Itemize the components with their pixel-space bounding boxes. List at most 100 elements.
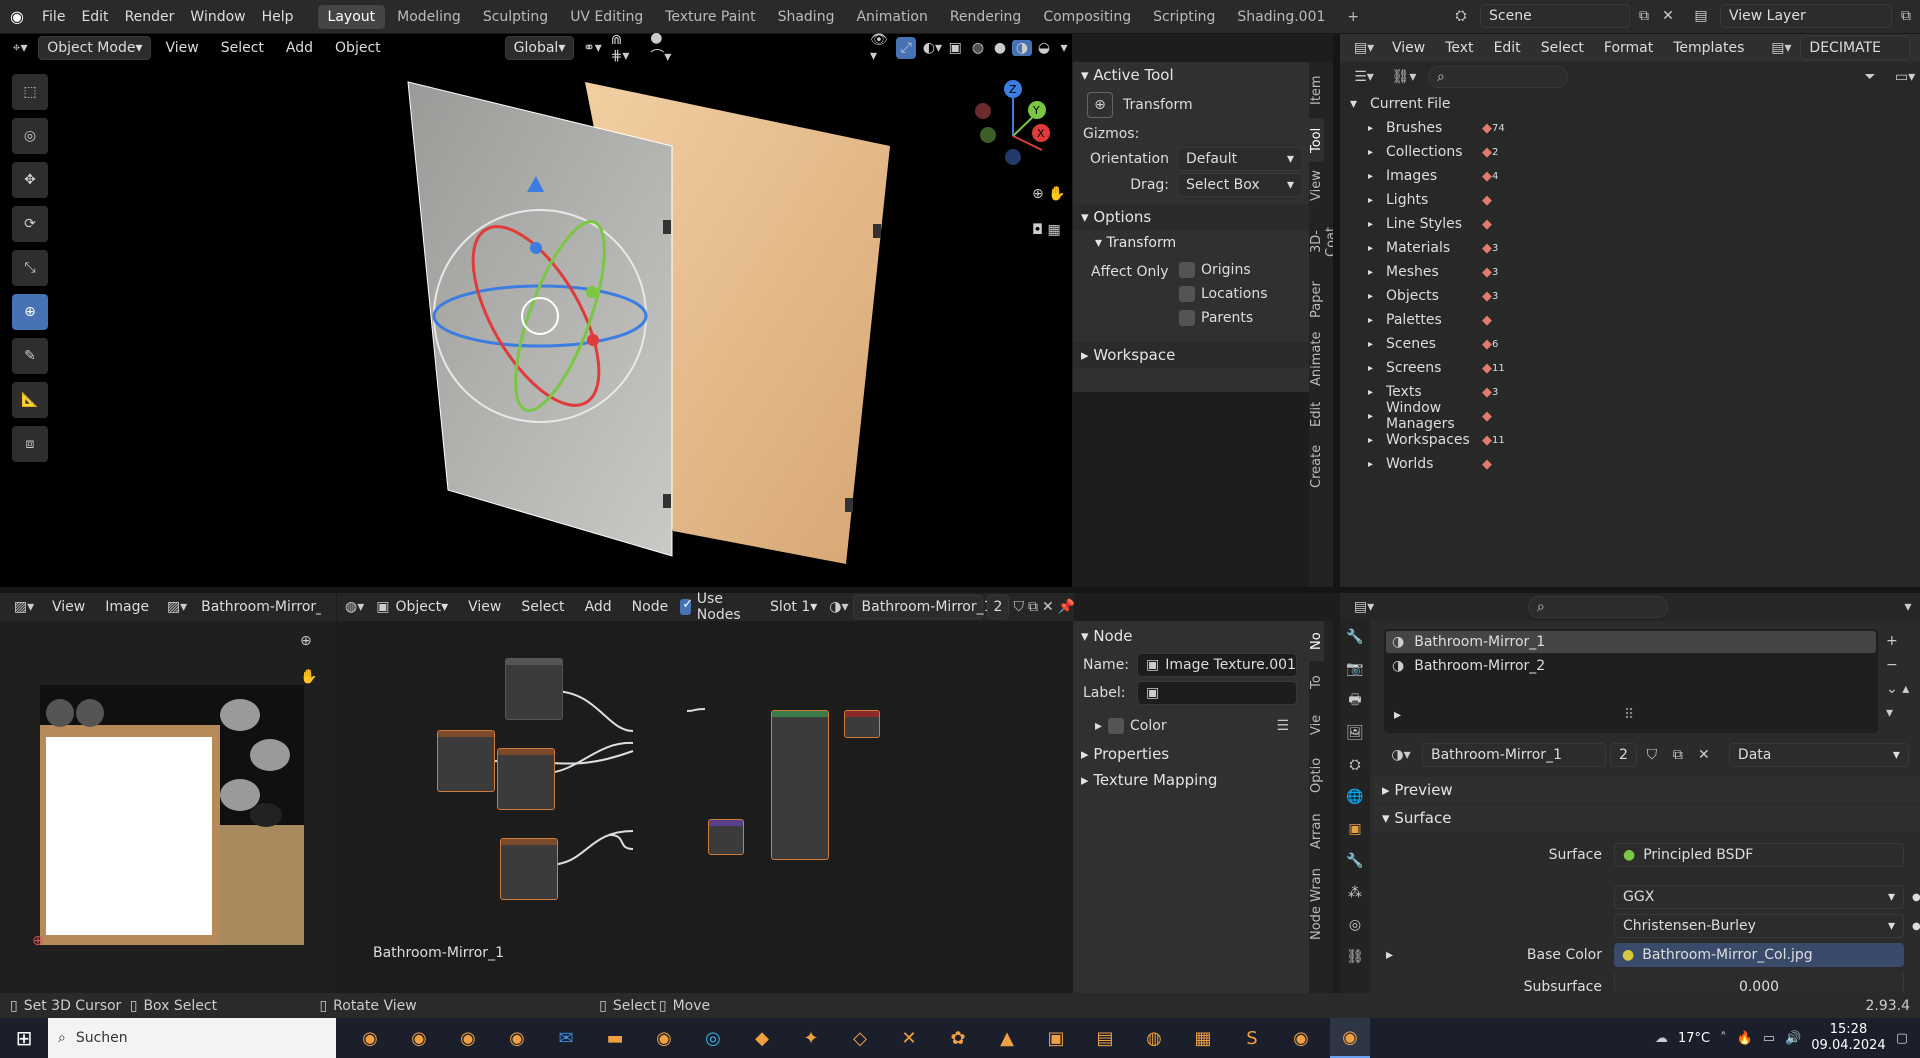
node-panel-header[interactable]: ▾ Node <box>1073 621 1309 651</box>
properties-search-input[interactable]: ⌕ <box>1528 596 1668 618</box>
transform-subheader[interactable]: ▾ Transform <box>1073 230 1309 256</box>
distribution-keyframe-dot[interactable]: ● <box>1912 892 1920 903</box>
subsurface-keyframe-dot[interactable]: ● <box>1912 921 1920 932</box>
image-editor-type-icon[interactable]: ▨▾ <box>8 599 40 615</box>
duplicate-material-icon[interactable]: ⧉ <box>1667 747 1689 763</box>
tab-uv-editing[interactable]: UV Editing <box>560 5 653 29</box>
outliner-item-lights[interactable]: ▸ Lights ◆ <box>1350 188 1920 212</box>
world-properties-icon[interactable]: 🌐 <box>1340 781 1370 813</box>
duplicate-material-icon[interactable]: ⧉ <box>1028 599 1038 615</box>
node-tab-view[interactable]: Vie <box>1309 703 1324 747</box>
node-menu-select[interactable]: Select <box>513 595 572 619</box>
side-tab-animate[interactable]: Animate <box>1309 326 1324 392</box>
side-tab-item[interactable]: Item <box>1309 62 1324 118</box>
base-color-expand-icon[interactable]: ▸ <box>1374 947 1404 963</box>
snap-icon[interactable]: ⋒ ⋕▾ <box>611 32 645 64</box>
filter-icon[interactable]: ⏷ <box>1858 69 1882 85</box>
outliner-item-collections[interactable]: ▸ Collections ◆ 2 <box>1350 140 1920 164</box>
area-divider[interactable] <box>1333 34 1340 593</box>
node-tab-tool[interactable]: To <box>1309 661 1324 703</box>
taskbar-terminal-icon[interactable]: ▣ <box>1036 1018 1076 1058</box>
tab-sculpting[interactable]: Sculpting <box>473 5 558 29</box>
text-editor-type-icon[interactable]: ▤▾ <box>1348 40 1380 56</box>
material-shading-icon[interactable]: ◑ <box>1012 40 1033 56</box>
camera-icon[interactable]: ◘ <box>1032 212 1043 248</box>
expand-arrow-icon[interactable]: ▸ <box>1368 411 1386 422</box>
expand-arrow-icon[interactable]: ▸ <box>1368 219 1386 230</box>
locations-checkbox[interactable]: Locations <box>1179 286 1268 302</box>
node-tab-arrange[interactable]: Arran <box>1309 803 1324 859</box>
text-datablock-icon[interactable]: ▤▾ <box>1766 40 1796 56</box>
tab-layout[interactable]: Layout <box>317 4 386 29</box>
grid-perspective-icon[interactable]: ▦ <box>1048 212 1061 248</box>
taskbar-search[interactable]: ⌕ Suchen <box>48 1018 336 1058</box>
menu-window[interactable]: Window <box>182 5 253 29</box>
rendered-shading-icon[interactable]: ◒ <box>1034 40 1054 56</box>
texture-mapping-header[interactable]: ▸ Texture Mapping <box>1073 767 1309 793</box>
taskbar-sheet-icon[interactable]: ▦ <box>1183 1018 1223 1058</box>
outliner-item-scenes[interactable]: ▸ Scenes ◆ 6 <box>1350 332 1920 356</box>
tab-animation[interactable]: Animation <box>846 5 937 29</box>
weather-icon[interactable]: ☁ <box>1655 1031 1668 1046</box>
scene-render[interactable]: Z Y X <box>0 34 1072 587</box>
object-mode-dropdown[interactable]: Object Mode ▾ <box>38 36 152 60</box>
image-texture-node-1[interactable] <box>505 658 563 720</box>
render-properties-icon[interactable]: 📷 <box>1340 653 1370 685</box>
viewport-menu-select[interactable]: Select <box>213 36 272 60</box>
taskbar-excel-icon[interactable]: ✕ <box>889 1018 929 1058</box>
windows-start-icon[interactable]: ⊞ <box>0 1026 48 1050</box>
taskbar-blender-icon[interactable]: ◉ <box>399 1018 439 1058</box>
active-tool-header[interactable]: ▾ Active Tool <box>1073 62 1309 88</box>
outliner-item-worlds[interactable]: ▸ Worlds ◆ <box>1350 452 1920 476</box>
transform-tool[interactable]: ⊕ <box>12 294 48 330</box>
taskbar-blender-icon[interactable]: ◉ <box>497 1018 537 1058</box>
taskbar-firefox-alt-icon[interactable]: ◆ <box>742 1018 782 1058</box>
outliner-item-brushes[interactable]: ▸ Brushes ◆ 74 <box>1350 116 1920 140</box>
image-menu-view[interactable]: View <box>44 595 93 619</box>
gizmo-toggle-icon[interactable]: ⤢ <box>896 37 917 59</box>
taskbar-edge-icon[interactable]: ◎ <box>693 1018 733 1058</box>
taskbar-blender-icon[interactable]: ◉ <box>350 1018 390 1058</box>
use-nodes-toggle[interactable]: Use Nodes <box>680 591 746 623</box>
cursor-tool[interactable]: ◎ <box>12 118 48 154</box>
preview-header[interactable]: ▸ Preview <box>1374 777 1920 803</box>
menu-render[interactable]: Render <box>117 5 183 29</box>
taskbar-inkscape-icon[interactable]: ◇ <box>840 1018 880 1058</box>
scene-name-field[interactable]: Scene <box>1480 4 1630 28</box>
material-name-field[interactable]: Bathroom-Mirror_1 <box>1422 743 1606 767</box>
blender-logo-icon[interactable]: ◉ <box>0 7 34 26</box>
slot-dropdown[interactable]: Slot 1 ▾ <box>762 595 825 619</box>
clock[interactable]: 15:28 09.04.2024 <box>1811 1022 1885 1054</box>
xray-icon[interactable]: ▣ <box>949 40 962 56</box>
base-color-field[interactable]: ● Bathroom-Mirror_Col.jpg <box>1614 943 1904 967</box>
subsurface-field[interactable]: 0.000 <box>1614 973 1904 993</box>
side-tab-create[interactable]: Create <box>1309 436 1324 496</box>
node-label-field[interactable]: ▣ <box>1137 681 1297 705</box>
fake-user-shield-icon[interactable]: ⛉ <box>1641 747 1663 763</box>
side-tab-view[interactable]: View <box>1309 162 1324 210</box>
network-icon[interactable]: ▭ <box>1763 1031 1775 1046</box>
pivot-icon[interactable]: ⚭▾ <box>580 40 604 56</box>
expand-arrow-icon[interactable]: ▾ <box>1350 96 1370 112</box>
wireframe-shading-icon[interactable]: ◍ <box>968 40 988 56</box>
expand-arrow-icon[interactable]: ▸ <box>1368 123 1386 134</box>
remove-slot-icon[interactable]: − <box>1886 653 1898 677</box>
display-mode-icon[interactable]: ⛓▾ <box>1388 69 1420 85</box>
material-users-count[interactable]: 2 <box>1610 743 1637 767</box>
principled-bsdf-node[interactable] <box>771 710 829 860</box>
mirror-panel[interactable] <box>407 81 673 557</box>
normal-map-node[interactable] <box>708 819 744 855</box>
list-resize-handle[interactable]: ⠿ <box>1624 707 1634 723</box>
node-tab-node[interactable]: No <box>1309 621 1324 661</box>
node-tab-options[interactable]: Optio <box>1309 747 1324 803</box>
material-browse-icon[interactable]: ◑▾ <box>1384 747 1418 763</box>
expand-arrow-icon[interactable]: ▸ <box>1368 363 1386 374</box>
view-layer-icon[interactable]: ▤ <box>1686 8 1716 24</box>
viewport-menu-object[interactable]: Object <box>327 36 389 60</box>
color-expand-icon[interactable]: ▸ <box>1095 718 1102 734</box>
text-menu-select[interactable]: Select <box>1533 36 1592 60</box>
output-properties-icon[interactable]: 🖶 <box>1340 685 1370 717</box>
expand-arrow-icon[interactable]: ▸ <box>1368 291 1386 302</box>
annotate-tool[interactable]: ✎ <box>12 338 48 374</box>
material-output-node[interactable] <box>844 710 880 738</box>
